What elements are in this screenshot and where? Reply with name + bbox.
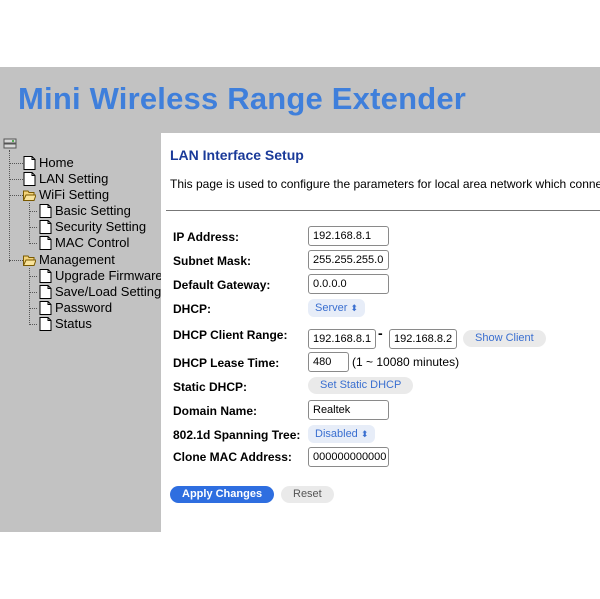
chevron-updown-icon: ⬍ [360, 429, 369, 439]
range-separator: - [378, 325, 383, 341]
page-title: LAN Interface Setup [170, 147, 304, 163]
folder-open-icon [23, 190, 36, 201]
computer-icon [3, 138, 17, 149]
document-icon [39, 269, 52, 283]
document-icon [39, 301, 52, 315]
document-icon [39, 204, 52, 218]
document-icon [39, 220, 52, 234]
static-dhcp-label: Static DHCP: [173, 380, 248, 394]
domain-name-label: Domain Name: [173, 404, 258, 418]
sidebar-item-label: MAC Control [55, 235, 130, 250]
document-icon [39, 285, 52, 299]
tree-line [9, 163, 23, 164]
tree-line [29, 324, 37, 325]
default-gateway-input[interactable]: 0.0.0.0 [308, 274, 389, 294]
sidebar-tree: Home LAN Setting WiFi Setting Basic Sett… [0, 133, 161, 532]
document-icon [39, 317, 52, 331]
document-icon [39, 236, 52, 250]
ip-address-input[interactable]: 192.168.8.1 [308, 226, 389, 246]
document-icon [23, 156, 36, 170]
ip-address-label: IP Address: [173, 230, 240, 244]
dhcp-lease-time-input[interactable]: 480 [308, 352, 349, 372]
page-description: This page is used to configure the param… [170, 177, 600, 191]
tree-line [9, 150, 10, 262]
spanning-tree-select-value: Disabled [315, 428, 358, 440]
tree-line [9, 260, 23, 261]
reset-button[interactable]: Reset [281, 486, 334, 503]
header-bar: Mini Wireless Range Extender [0, 67, 600, 133]
spanning-tree-select[interactable]: Disabled ⬍ [308, 425, 376, 443]
apply-changes-button[interactable]: Apply Changes [170, 486, 275, 503]
lease-time-range-note: (1 ~ 10080 minutes) [352, 355, 460, 369]
sidebar-item-label: Password [55, 300, 113, 315]
subnet-mask-label: Subnet Mask: [173, 254, 252, 268]
tree-line [9, 195, 23, 196]
clone-mac-label: Clone MAC Address: [173, 450, 292, 464]
show-client-button[interactable]: Show Client [463, 330, 546, 347]
main-panel: LAN Interface Setup This page is used to… [161, 133, 600, 532]
folder-open-icon [23, 255, 36, 266]
chevron-updown-icon: ⬍ [350, 303, 358, 313]
dhcp-select[interactable]: Server ⬍ [308, 299, 365, 317]
tree-line [29, 243, 37, 244]
sidebar-item-label: LAN Setting [39, 171, 109, 186]
sidebar-item-label: Status [55, 316, 92, 331]
spanning-tree-label: 802.1d Spanning Tree: [173, 428, 301, 442]
sidebar-item-label: Save/Load Setting [55, 284, 161, 299]
tree-line [29, 211, 37, 212]
dhcp-client-range-label: DHCP Client Range: [173, 328, 288, 342]
tree-line [29, 276, 37, 277]
tree-line [29, 292, 37, 293]
tree-line [9, 179, 23, 180]
sidebar-item-label: Upgrade Firmware [55, 268, 161, 283]
dhcp-lease-time-label: DHCP Lease Time: [173, 356, 280, 370]
tree-line [29, 203, 30, 244]
sidebar-item-label: Security Setting [55, 219, 147, 234]
dhcp-range-end-input[interactable]: 192.168.8.2 [389, 329, 457, 349]
divider [166, 210, 600, 211]
sidebar-item-label: Management [39, 252, 115, 267]
dhcp-label: DHCP: [173, 302, 211, 316]
subnet-mask-input[interactable]: 255.255.255.0 [308, 250, 389, 270]
clone-mac-input[interactable]: 000000000000 [308, 447, 389, 467]
document-icon [23, 172, 36, 186]
set-static-dhcp-button[interactable]: Set Static DHCP [308, 377, 414, 394]
dhcp-range-start-input[interactable]: 192.168.8.1 [308, 329, 376, 349]
tree-line [29, 308, 37, 309]
sidebar-item-label: WiFi Setting [39, 187, 110, 202]
tree-line [29, 227, 37, 228]
sidebar-item-label: Basic Setting [55, 203, 131, 218]
domain-name-input[interactable]: Realtek [308, 400, 389, 420]
sidebar-item-label: Home [39, 155, 74, 170]
dhcp-select-value: Server [315, 302, 348, 314]
app-title: Mini Wireless Range Extender [18, 81, 467, 116]
default-gateway-label: Default Gateway: [173, 278, 271, 292]
